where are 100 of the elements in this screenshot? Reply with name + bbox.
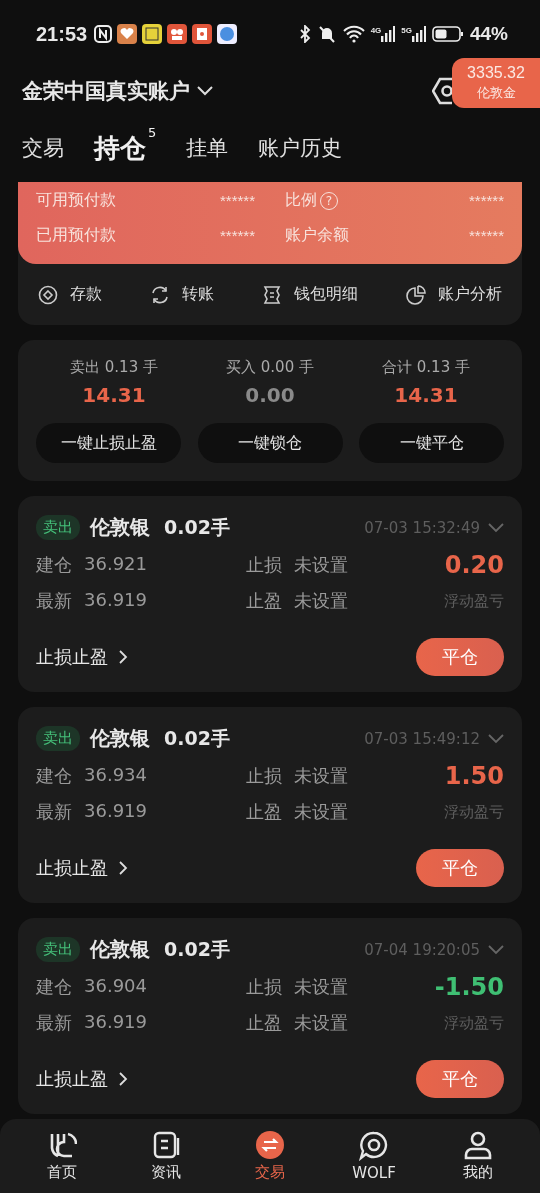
profit-value: 0.20 bbox=[444, 551, 504, 579]
pie-chart-icon bbox=[406, 284, 426, 305]
field-label: 止损 bbox=[246, 975, 282, 999]
field-label: 止盈 bbox=[246, 1011, 282, 1035]
field-value: 未设置 bbox=[294, 1011, 348, 1035]
open-time: 07-03 15:32:49 bbox=[364, 518, 480, 537]
bulk-action-button[interactable]: 一键平仓 bbox=[359, 423, 504, 463]
summary-value: 14.31 bbox=[394, 383, 458, 407]
summary-label: 卖出 0.13 手 bbox=[70, 358, 158, 377]
lot-size: 0.02手 bbox=[164, 514, 230, 540]
chevron-down-icon[interactable] bbox=[488, 944, 504, 955]
exchange-icon bbox=[255, 1130, 285, 1160]
field-value: 未设置 bbox=[294, 589, 348, 613]
field-label: 最新 bbox=[36, 800, 72, 824]
field-value: 36.919 bbox=[84, 1011, 147, 1034]
signal-icon bbox=[381, 26, 396, 42]
side-tag: 卖出 bbox=[36, 726, 80, 751]
tab[interactable]: 交易 bbox=[22, 134, 64, 162]
chat-bubble-icon bbox=[359, 1130, 389, 1161]
field-value: 未设置 bbox=[294, 553, 348, 577]
chevron-down-icon[interactable] bbox=[488, 522, 504, 533]
settings-icon[interactable] bbox=[432, 76, 452, 106]
field-label: 止盈 bbox=[246, 589, 282, 613]
field-label: 止损 bbox=[246, 553, 282, 577]
field-value: 36.921 bbox=[84, 553, 147, 576]
nfc-icon bbox=[94, 25, 113, 43]
battery-icon bbox=[431, 25, 464, 43]
network-type-label: 4G bbox=[370, 26, 382, 35]
stop-settings-link[interactable]: 止损止盈 bbox=[36, 856, 128, 880]
field-value: 未设置 bbox=[294, 800, 348, 824]
field-label: 止损 bbox=[246, 764, 282, 788]
profit-label: 浮动盈亏 bbox=[444, 802, 504, 822]
fund-value: ****** bbox=[219, 192, 255, 209]
wifi-icon bbox=[342, 25, 365, 43]
close-position-button[interactable]: 平仓 bbox=[416, 638, 504, 676]
nav-item[interactable]: WOLF bbox=[334, 1130, 414, 1182]
lot-size: 0.02手 bbox=[164, 936, 230, 962]
side-tag: 卖出 bbox=[36, 515, 80, 540]
stop-settings-link[interactable]: 止损止盈 bbox=[36, 1067, 128, 1091]
action-button[interactable]: 账户分析 bbox=[406, 284, 502, 305]
tab[interactable]: 挂单 bbox=[186, 134, 229, 162]
symbol-name: 伦敦银 bbox=[90, 936, 150, 963]
app-notification-icon bbox=[142, 24, 163, 44]
fund-value: ****** bbox=[468, 192, 504, 209]
app-notification-icon bbox=[117, 24, 138, 44]
nav-item[interactable]: 交易 bbox=[230, 1130, 310, 1182]
field-value: 未设置 bbox=[294, 764, 348, 788]
app-notification-icon bbox=[167, 24, 188, 44]
lot-size: 0.02手 bbox=[164, 725, 230, 751]
battery-percent: 44% bbox=[469, 23, 508, 45]
summary-value: 14.31 bbox=[82, 383, 146, 407]
fund-label: 比例 bbox=[285, 190, 317, 211]
coin-icon bbox=[38, 284, 58, 305]
nav-item[interactable]: 我的 bbox=[438, 1130, 518, 1182]
nav-item[interactable]: 资讯 bbox=[126, 1130, 206, 1182]
close-position-button[interactable]: 平仓 bbox=[416, 849, 504, 887]
app-notification-icon bbox=[217, 24, 238, 44]
exchange-icon bbox=[150, 284, 170, 305]
fund-label: 账户余额 bbox=[285, 225, 349, 246]
field-label: 止盈 bbox=[246, 800, 282, 824]
field-value: 未设置 bbox=[294, 975, 348, 999]
open-time: 07-04 19:20:05 bbox=[364, 940, 480, 959]
receipt-icon bbox=[262, 284, 282, 305]
chevron-right-icon bbox=[118, 860, 128, 876]
tab[interactable]: 账户历史 bbox=[258, 134, 343, 162]
network-type-label: 5G bbox=[401, 26, 412, 35]
profit-label: 浮动盈亏 bbox=[444, 591, 504, 611]
fund-label: 已用预付款 bbox=[36, 225, 116, 246]
field-value: 36.934 bbox=[84, 764, 147, 787]
account-selector[interactable]: 金荣中国真实账户 bbox=[22, 77, 214, 105]
chevron-right-icon bbox=[118, 649, 128, 665]
chevron-down-icon bbox=[196, 85, 214, 97]
action-button[interactable]: 转账 bbox=[150, 284, 214, 305]
field-value: 36.919 bbox=[84, 589, 147, 612]
field-value: 36.904 bbox=[84, 975, 147, 998]
field-label: 建仓 bbox=[36, 553, 72, 577]
field-label: 最新 bbox=[36, 1011, 72, 1035]
signal-icon bbox=[411, 26, 426, 42]
action-button[interactable]: 存款 bbox=[38, 284, 102, 305]
action-button[interactable]: 钱包明细 bbox=[262, 284, 358, 305]
field-value: 36.919 bbox=[84, 800, 147, 823]
bulk-action-button[interactable]: 一键止损止盈 bbox=[36, 423, 181, 463]
close-position-button[interactable]: 平仓 bbox=[416, 1060, 504, 1098]
document-icon bbox=[151, 1130, 181, 1160]
open-time: 07-03 15:49:12 bbox=[364, 729, 480, 748]
side-tag: 卖出 bbox=[36, 937, 80, 962]
bulk-action-button[interactable]: 一键锁仓 bbox=[197, 423, 343, 463]
profit-value: 1.50 bbox=[444, 762, 504, 790]
nav-item[interactable]: 首页 bbox=[22, 1130, 102, 1182]
fund-value: ****** bbox=[219, 227, 255, 244]
status-time: 21:53 bbox=[36, 22, 88, 46]
muted-bell-icon bbox=[316, 24, 337, 44]
stop-settings-link[interactable]: 止损止盈 bbox=[36, 645, 128, 669]
app-notification-icon bbox=[192, 24, 213, 44]
field-label: 建仓 bbox=[36, 975, 72, 999]
chevron-down-icon[interactable] bbox=[488, 733, 504, 744]
profit-value: -1.50 bbox=[434, 973, 504, 1001]
symbol-name: 伦敦银 bbox=[90, 725, 150, 752]
chevron-right-icon bbox=[118, 1071, 128, 1087]
bluetooth-icon bbox=[298, 25, 311, 43]
